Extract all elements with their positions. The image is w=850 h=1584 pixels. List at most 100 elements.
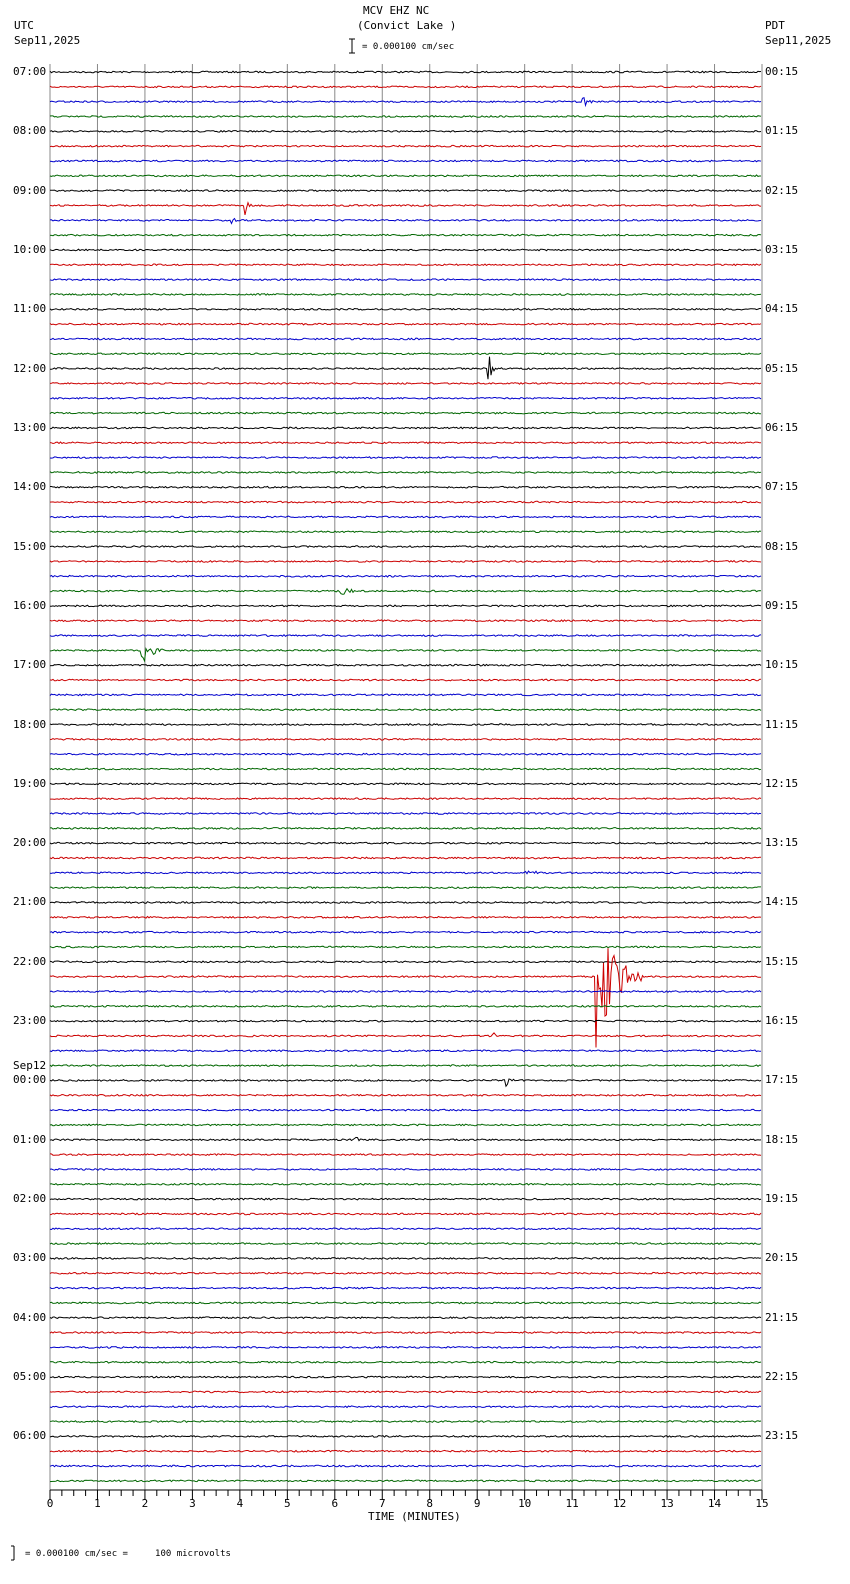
trace-line [49, 1242, 762, 1246]
trace-line [49, 159, 762, 163]
x-tick-label: 8 [426, 1497, 434, 1510]
trace-line [49, 1064, 762, 1068]
trace-line [49, 1093, 762, 1097]
x-tick-label: 11 [565, 1497, 579, 1510]
utc-hour-label: 12:00 [13, 361, 47, 375]
x-tick-label: 0 [46, 1497, 54, 1510]
trace-line [49, 1197, 762, 1201]
trace-line [49, 574, 762, 578]
utc-hour-label: 22:00 [13, 954, 47, 968]
x-tick-label: 14 [707, 1497, 722, 1510]
utc-hour-label: 13:00 [13, 420, 47, 434]
x-tick-label: 9 [473, 1497, 481, 1510]
trace-line [49, 456, 762, 460]
trace-line [49, 1227, 762, 1231]
trace-line [49, 248, 762, 252]
trace-line [49, 633, 762, 637]
trace-line [49, 426, 762, 430]
pdt-hour-label: 04:15 [765, 302, 799, 316]
trace-line [49, 663, 762, 667]
trace-line [49, 1256, 762, 1260]
x-tick-label: 2 [141, 1497, 149, 1510]
trace-line [49, 144, 762, 148]
pdt-hour-label: 03:15 [765, 242, 799, 256]
trace-line [49, 1301, 762, 1305]
trace-line [49, 841, 762, 845]
pdt-hour-label: 13:15 [765, 836, 799, 850]
trace-line [49, 1032, 762, 1038]
utc-hour-label: 11:00 [13, 302, 47, 316]
trace-line [49, 948, 762, 1048]
trace-line [50, 604, 762, 608]
pdt-hour-label: 20:15 [765, 1251, 799, 1265]
trace-line [49, 1479, 762, 1483]
trace-line [49, 1078, 762, 1088]
trace-line [49, 1390, 762, 1394]
trace-line [49, 1434, 762, 1438]
utc-hour-label: 14:00 [13, 480, 47, 494]
pdt-hour-label: 19:15 [765, 1192, 799, 1206]
trace-line [49, 826, 762, 830]
trace-line [49, 559, 762, 563]
trace-line [49, 217, 762, 225]
pdt-hour-label: 01:15 [765, 124, 799, 138]
trace-line [49, 515, 761, 519]
trace-line [49, 97, 762, 108]
trace-line [49, 1449, 762, 1453]
trace-line [49, 174, 761, 178]
trace-line [49, 915, 762, 919]
trace-line [49, 530, 762, 534]
trace-line [49, 647, 762, 663]
utc-hour-label: 21:00 [13, 895, 47, 909]
date-change-label: Sep12 [13, 1059, 47, 1073]
trace-line [49, 1004, 762, 1008]
trace-line [49, 870, 762, 875]
trace-line [49, 356, 762, 380]
trace-line [49, 1123, 762, 1127]
trace-line [49, 337, 762, 341]
trace-line [49, 470, 762, 474]
trace-line [49, 322, 762, 326]
pdt-hour-label: 10:15 [765, 658, 799, 672]
utc-hour-label: 06:00 [13, 1429, 47, 1443]
trace-line [49, 1286, 762, 1290]
trace-line [49, 1108, 762, 1112]
trace-line [49, 352, 762, 356]
trace-line [49, 441, 761, 445]
trace-line [49, 886, 761, 890]
pdt-hour-label: 23:15 [765, 1429, 799, 1443]
trace-line [49, 752, 762, 756]
utc-hour-label: 18:00 [13, 717, 47, 731]
pdt-hour-label: 08:15 [765, 539, 799, 553]
trace-line [49, 1464, 762, 1468]
trace-line [49, 233, 762, 237]
trace-line [49, 587, 762, 595]
pdt-hour-label: 21:15 [765, 1310, 799, 1324]
pdt-hour-label: 02:15 [765, 183, 799, 197]
trace-line [49, 201, 762, 216]
trace-line [49, 1316, 762, 1320]
utc-hour-label: 05:00 [13, 1370, 47, 1384]
trace-line [49, 1049, 762, 1053]
pdt-hour-label: 07:15 [765, 480, 799, 494]
trace-line [49, 678, 762, 682]
trace-line [49, 129, 762, 133]
trace-line [49, 411, 761, 415]
x-tick-label: 1 [94, 1497, 101, 1510]
trace-line [49, 812, 762, 815]
utc-hour-label: 17:00 [13, 658, 47, 672]
trace-line [49, 1360, 762, 1364]
x-tick-label: 4 [236, 1497, 244, 1510]
trace-line [49, 382, 762, 385]
trace-line [49, 1345, 762, 1349]
utc-hour-label: 20:00 [13, 836, 47, 850]
trace-line [49, 1212, 762, 1216]
utc-hour-label: 09:00 [13, 183, 47, 197]
trace-line [49, 767, 762, 771]
trace-line [49, 1420, 762, 1423]
trace-line [49, 723, 762, 726]
utc-hour-label: 04:00 [13, 1310, 47, 1324]
utc-hour-label: 23:00 [13, 1014, 47, 1028]
pdt-hour-label: 12:15 [765, 776, 799, 790]
trace-line [49, 1375, 762, 1379]
